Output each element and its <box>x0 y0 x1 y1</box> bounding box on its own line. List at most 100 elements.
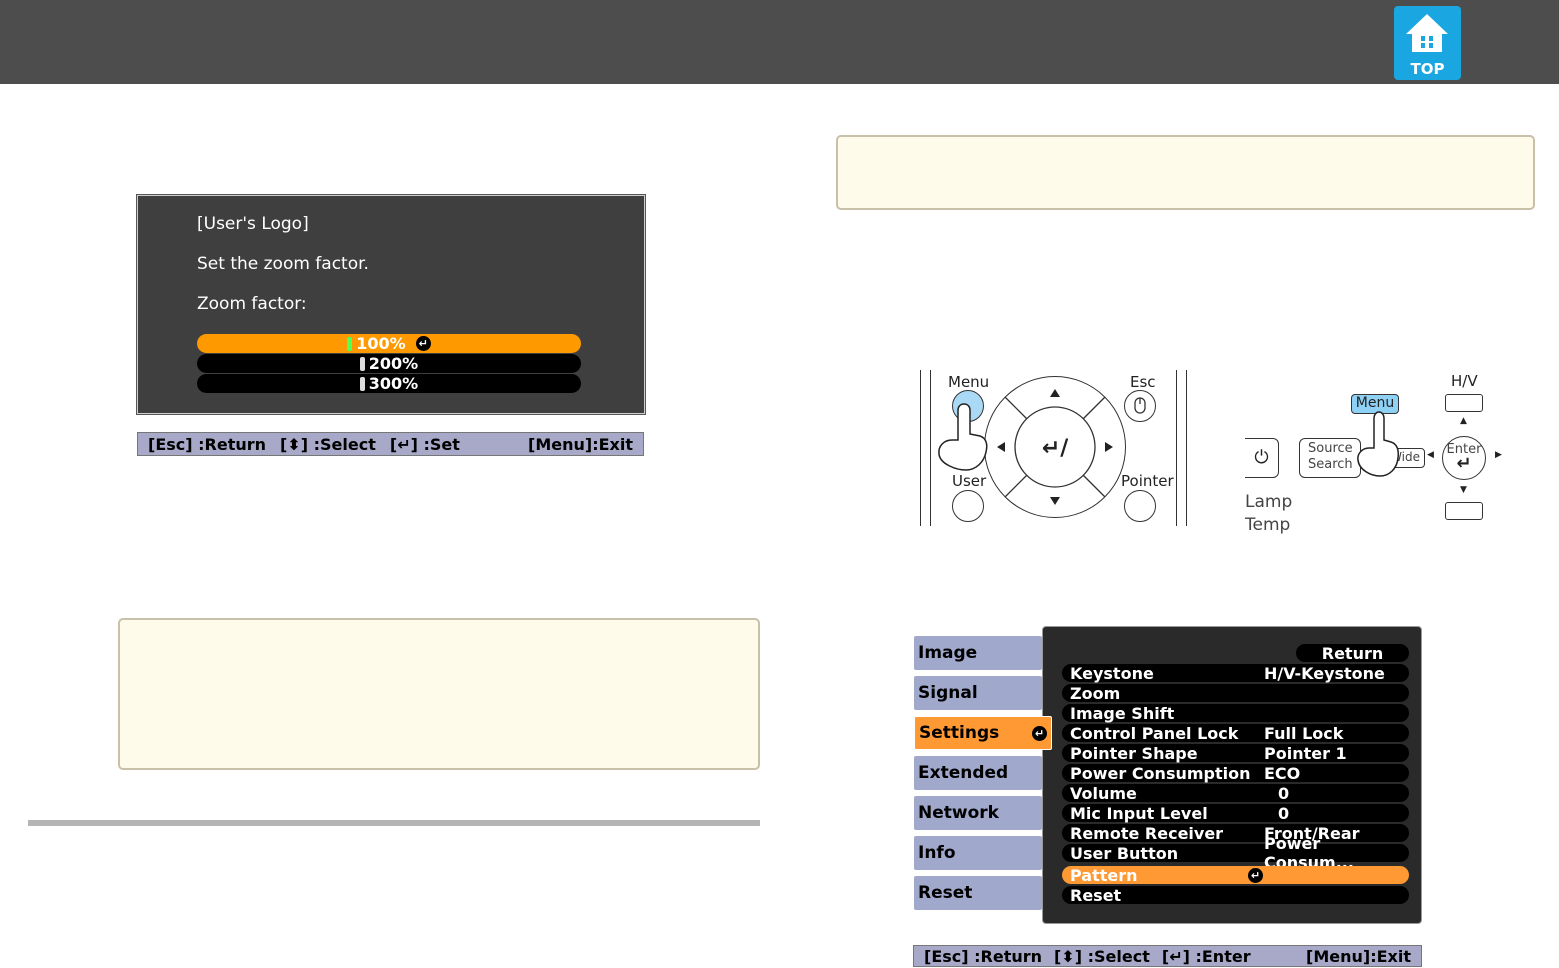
dpad-arrows-icon: ↵/ <box>997 389 1113 505</box>
menu-item-pattern[interactable]: Pattern ↵ <box>1062 865 1409 885</box>
help-esc: [Esc] :Return <box>924 946 1043 966</box>
help-exit: [Menu]:Exit <box>528 434 633 454</box>
temp-label: Temp <box>1245 515 1291 535</box>
remote-edge-right <box>1186 370 1187 526</box>
tab-label: Network <box>918 803 999 823</box>
tab-label: Info <box>918 843 956 863</box>
arrow-right-icon: ▶ <box>1495 450 1502 460</box>
tab-network[interactable]: Network <box>914 796 1042 830</box>
menu-item-zoom[interactable]: Zoom <box>1062 683 1409 703</box>
tab-label: Extended <box>918 763 1009 783</box>
dialog-instruction: Set the zoom factor. <box>197 254 369 274</box>
home-icon[interactable]: TOP <box>1394 6 1461 80</box>
dialog-title: [User's Logo] <box>197 214 309 234</box>
esc-button[interactable] <box>1124 390 1156 422</box>
keystone-up-button[interactable] <box>1445 394 1483 412</box>
item-value: 0 <box>1278 803 1290 823</box>
item-label: Mic Input Level <box>1070 803 1208 823</box>
zoom-option-300[interactable]: 300% <box>197 374 581 393</box>
remote-illustration: Menu Esc ↵/ User Pointer <box>918 370 1190 528</box>
tab-info[interactable]: Info <box>914 836 1042 870</box>
enter-arrow-icon: ↵ <box>1456 453 1472 474</box>
svg-text:↵/: ↵/ <box>1042 436 1069 461</box>
zoom-option-label: 100% <box>356 334 406 353</box>
tab-extended[interactable]: Extended <box>914 756 1042 790</box>
item-label: Remote Receiver <box>1070 823 1224 843</box>
menu-item-user-button[interactable]: User Button Power Consum... <box>1062 834 1409 872</box>
item-value: H/V-Keystone <box>1264 663 1385 683</box>
pressing-hand-icon <box>1357 411 1399 477</box>
pressing-hand-icon <box>938 403 988 471</box>
zoom-help-bar: [Esc] :Return [⬍] :Select [↵] :Set [Menu… <box>137 432 644 456</box>
menu-item-pointer-shape[interactable]: Pointer Shape Pointer 1 <box>1062 743 1409 763</box>
enter-icon: ↵ <box>1248 867 1263 883</box>
menu-label: Menu <box>948 373 990 391</box>
zoom-dialog: [User's Logo] Set the zoom factor. Zoom … <box>137 195 645 414</box>
item-value: Pointer 1 <box>1264 743 1347 763</box>
help-set: [↵] :Set <box>389 434 460 454</box>
user-button[interactable] <box>952 490 984 522</box>
config-menu: Image Signal Settings ↵ Extended Network… <box>912 626 1422 924</box>
pointer-label: Pointer <box>1121 472 1174 490</box>
item-label: Reset <box>1070 885 1122 905</box>
item-label: Control Panel Lock <box>1070 723 1239 743</box>
pointer-button[interactable] <box>1124 490 1156 522</box>
remote-edge-right-inner <box>1176 370 1177 526</box>
tab-settings[interactable]: Settings ↵ <box>914 716 1052 750</box>
unselected-marker <box>359 376 365 391</box>
menu-item-control-panel-lock[interactable]: Control Panel Lock Full Lock <box>1062 723 1409 743</box>
selected-marker <box>347 336 353 351</box>
hv-label: H/V <box>1451 372 1478 390</box>
enter-icon: ↵ <box>1032 725 1047 741</box>
remote-edge-left-inner <box>930 370 931 526</box>
tab-label: Settings <box>919 723 1000 743</box>
zoom-option-label: 200% <box>368 354 419 373</box>
keystone-down-button[interactable] <box>1445 502 1483 520</box>
zoom-option-label: 300% <box>368 374 419 393</box>
panel-illustration: H/V ▲ Menu ⏻ Source Search Wide ◀ Enter … <box>1245 372 1515 540</box>
arrow-up-icon: ▲ <box>1460 416 1467 426</box>
house-icon <box>1406 14 1448 52</box>
note-box-right <box>836 135 1535 210</box>
help-exit: [Menu]:Exit <box>1306 946 1411 966</box>
item-label: Zoom <box>1070 683 1121 703</box>
menu-item-mic-input-level[interactable]: Mic Input Level 0 <box>1062 803 1409 823</box>
help-esc: [Esc] :Return <box>148 434 267 454</box>
note-box-left <box>118 618 760 770</box>
zoom-option-200[interactable]: 200% <box>197 354 581 373</box>
arrow-left-icon: ◀ <box>1427 450 1434 460</box>
tab-label: Image <box>918 643 978 663</box>
item-label: User Button <box>1070 843 1179 863</box>
menu-item-power-consumption[interactable]: Power Consumption ECO <box>1062 763 1409 783</box>
return-button[interactable]: Return <box>1296 644 1409 663</box>
item-label: Pattern <box>1070 865 1138 885</box>
directional-pad[interactable]: ↵/ <box>984 376 1126 518</box>
lamp-label: Lamp <box>1245 492 1293 512</box>
menu-item-keystone[interactable]: Keystone H/V-Keystone <box>1062 663 1409 683</box>
enter-button[interactable]: Enter ↵ <box>1442 436 1486 480</box>
tab-label: Reset <box>918 883 973 903</box>
section-divider <box>28 820 760 826</box>
power-button[interactable]: ⏻ <box>1245 438 1279 478</box>
item-label: Power Consumption <box>1070 763 1251 783</box>
item-label: Pointer Shape <box>1070 743 1198 763</box>
enter-icon: ↵ <box>415 336 431 351</box>
tab-image[interactable]: Image <box>914 636 1042 670</box>
tab-reset[interactable]: Reset <box>914 876 1042 910</box>
source-search-button[interactable]: Source Search <box>1299 438 1361 478</box>
user-label: User <box>952 472 987 490</box>
item-value: 0 <box>1278 783 1290 803</box>
menu-item-image-shift[interactable]: Image Shift <box>1062 704 1409 723</box>
menu-item-volume[interactable]: Volume 0 <box>1062 783 1409 803</box>
esc-label: Esc <box>1130 373 1156 391</box>
menu-item-reset[interactable]: Reset <box>1062 885 1409 905</box>
item-value: ECO <box>1264 763 1301 783</box>
tab-signal[interactable]: Signal <box>914 676 1042 710</box>
help-select: [⬍] :Select <box>280 434 376 454</box>
item-value: Full Lock <box>1264 723 1344 743</box>
remote-edge-left <box>920 370 921 526</box>
mouse-icon <box>1134 397 1146 414</box>
menu-help-bar: [Esc] :Return [⬍] :Select [↵] :Enter [Me… <box>913 945 1422 967</box>
zoom-factor-label: Zoom factor: <box>197 294 307 314</box>
zoom-option-100[interactable]: 100% ↵ <box>197 334 581 353</box>
